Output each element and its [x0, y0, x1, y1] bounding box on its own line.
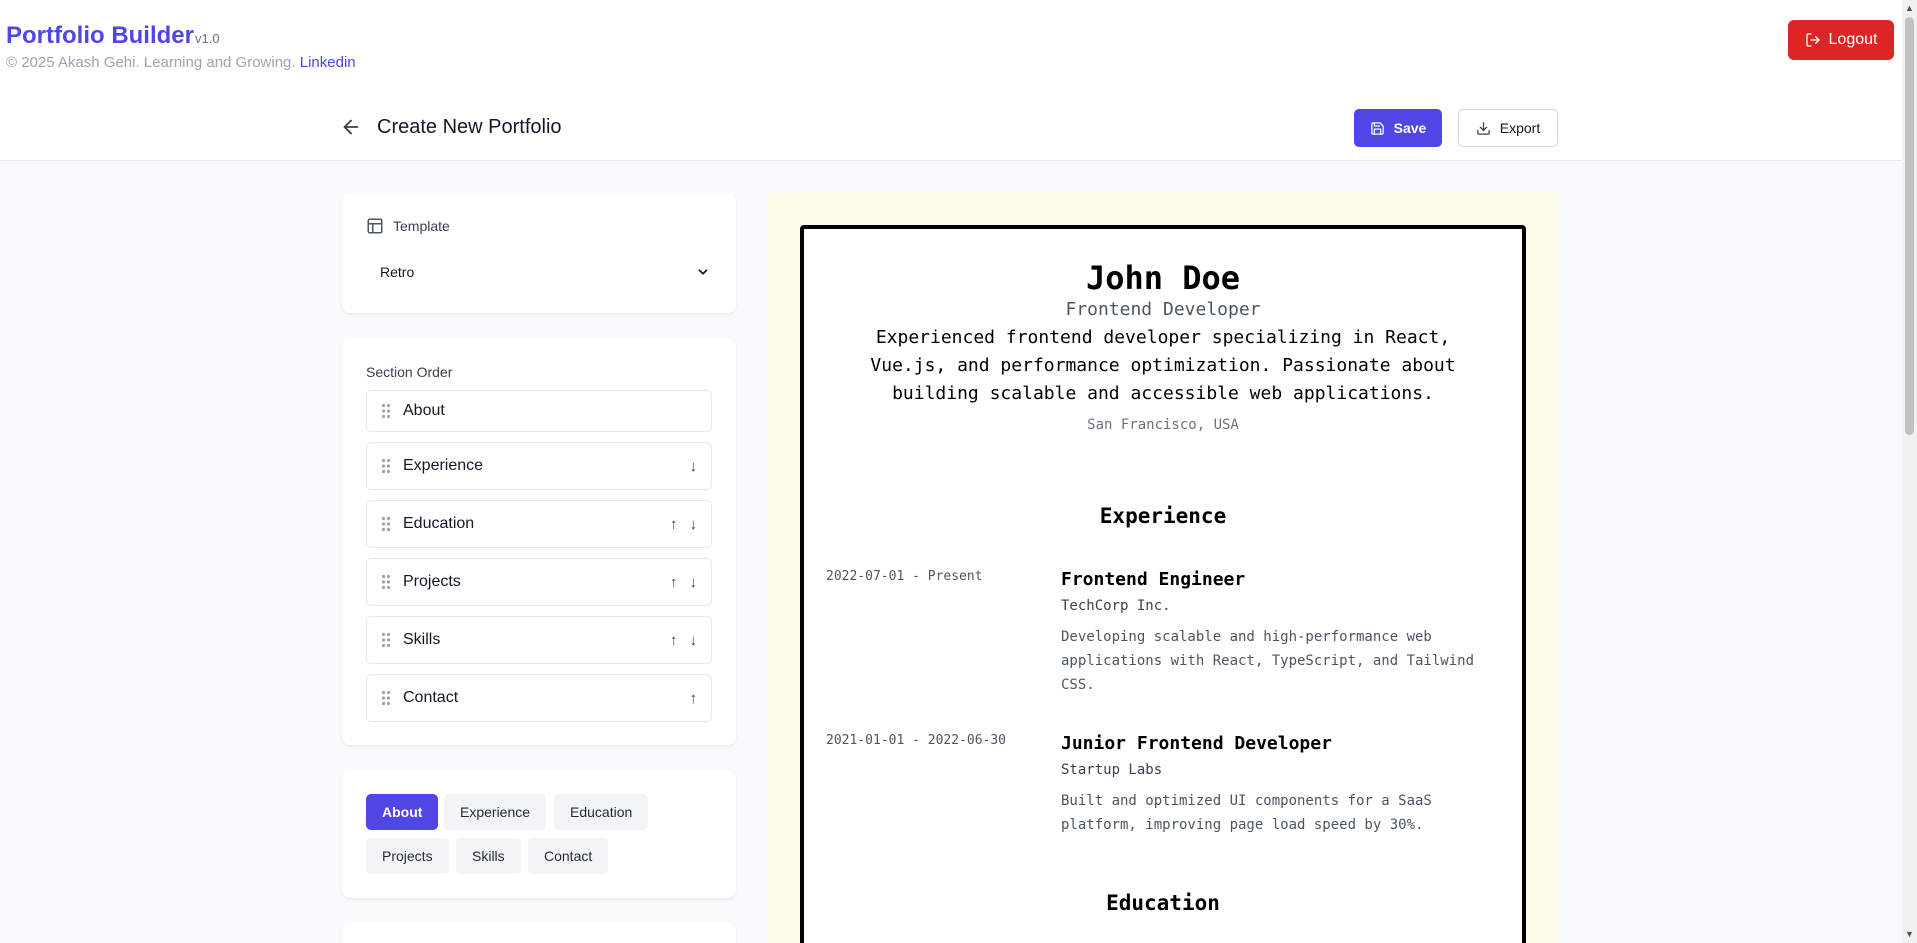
tab-about[interactable]: About	[366, 794, 439, 830]
template-card: Template Retro	[342, 193, 736, 313]
logout-icon	[1805, 33, 1820, 47]
tab-projects[interactable]: Projects	[366, 838, 449, 874]
tab-skills[interactable]: Skills	[456, 838, 521, 874]
tab-contact[interactable]: Contact	[528, 838, 609, 874]
section-order-label: Contact	[403, 689, 459, 706]
move-down-button[interactable]: ↓	[690, 574, 698, 591]
save-label: Save	[1393, 120, 1427, 136]
scroll-up-icon[interactable]: ▲	[1905, 3, 1914, 13]
tab-experience[interactable]: Experience	[444, 794, 547, 830]
grip-icon[interactable]	[381, 632, 391, 648]
section-order-label: About	[403, 402, 445, 419]
app-header: Portfolio Builderv1.0 © 2025 Akash Gehi.…	[0, 0, 1902, 96]
move-buttons: ↑	[690, 690, 698, 707]
job-dates: 2022-07-01 - Present	[826, 569, 983, 584]
version-label: v1.0	[195, 31, 220, 46]
template-select[interactable]: Retro	[366, 257, 712, 287]
move-up-button[interactable]: ↑	[690, 690, 698, 707]
resume-summary: Experienced frontend developer specializ…	[870, 327, 1456, 404]
move-down-button[interactable]: ↓	[690, 632, 698, 649]
move-down-button[interactable]: ↓	[690, 516, 698, 533]
logout-label: Logout	[1828, 31, 1878, 48]
copyright: © 2025 Akash Gehi. Learning and Growing.…	[6, 54, 356, 71]
move-buttons: ↑ ↓	[670, 632, 697, 649]
scroll-down-icon[interactable]: ▼	[1905, 929, 1914, 939]
template-selected: Retro	[380, 264, 415, 280]
section-order-label: Experience	[403, 457, 484, 474]
move-up-button[interactable]: ↑	[670, 574, 678, 591]
brand-title: Portfolio Builder	[6, 22, 194, 49]
job-title: Junior Frontend Developer	[1061, 733, 1332, 754]
section-order-item[interactable]: Experience ↓	[366, 442, 712, 490]
section-order-item[interactable]: Contact ↑	[366, 674, 712, 722]
brand: Portfolio Builderv1.0	[6, 22, 220, 50]
section-order-item[interactable]: Skills ↑ ↓	[366, 616, 712, 664]
move-down-button[interactable]: ↓	[690, 458, 698, 475]
resume-name: John Doe	[1085, 259, 1241, 297]
page-scrollbar[interactable]: ▲ ▼	[1902, 0, 1917, 943]
grip-icon[interactable]	[381, 458, 391, 474]
section-editor-card	[342, 922, 736, 943]
export-button[interactable]: Export	[1458, 109, 1558, 147]
section-tabs-card: About Experience Education Projects Skil…	[342, 770, 736, 898]
logout-button[interactable]: Logout	[1788, 20, 1894, 60]
section-order-item[interactable]: Projects ↑ ↓	[366, 558, 712, 606]
section-order-label: Education	[403, 515, 475, 532]
chevron-down-icon	[698, 269, 708, 275]
template-label-text: Template	[393, 218, 450, 234]
copyright-text: © 2025 Akash Gehi. Learning and Growing.	[6, 54, 296, 71]
arrow-left-icon[interactable]	[340, 116, 362, 138]
grip-icon[interactable]	[381, 574, 391, 590]
resume-preview: John Doe Frontend Developer Experienced …	[800, 225, 1526, 943]
grip-icon[interactable]	[381, 516, 391, 532]
job-company: Startup Labs	[1061, 762, 1163, 778]
resume-title: Frontend Developer	[1065, 299, 1261, 320]
section-order-title: Section Order	[366, 364, 453, 380]
grip-icon[interactable]	[381, 690, 391, 706]
layout-icon	[367, 218, 383, 234]
page-title: Create New Portfolio	[377, 116, 562, 138]
save-button[interactable]: Save	[1354, 109, 1442, 147]
move-up-button[interactable]: ↑	[670, 516, 678, 533]
scrollbar-thumb[interactable]	[1905, 17, 1914, 435]
section-order-card: Section Order About Experience ↓ Educati…	[342, 338, 736, 745]
section-order-label: Projects	[403, 573, 461, 590]
linkedin-link[interactable]: Linkedin	[300, 54, 356, 71]
job-description: Developing scalable and high-performance…	[1061, 629, 1475, 693]
job-company: TechCorp Inc.	[1061, 598, 1171, 614]
export-label: Export	[1499, 120, 1541, 136]
experience-heading: Experience	[1099, 504, 1227, 528]
education-heading: Education	[1106, 891, 1220, 915]
section-order-item[interactable]: Education ↑ ↓	[366, 500, 712, 548]
move-up-button[interactable]: ↑	[670, 632, 678, 649]
move-buttons: ↓	[690, 458, 698, 475]
editor-toolbar: Create New Portfolio Save Export	[0, 96, 1902, 161]
move-buttons: ↑ ↓	[670, 516, 697, 533]
move-buttons: ↑ ↓	[670, 574, 697, 591]
resume-location: San Francisco, USA	[1087, 417, 1239, 433]
save-icon	[1370, 121, 1384, 135]
job-dates: 2021-01-01 - 2022-06-30	[826, 733, 1007, 748]
download-icon	[1477, 121, 1490, 135]
section-order-item[interactable]: About	[366, 390, 712, 432]
grip-icon[interactable]	[381, 403, 391, 419]
job-description: Built and optimized UI components for a …	[1061, 793, 1432, 833]
template-label: Template	[366, 217, 450, 235]
tab-education[interactable]: Education	[554, 794, 649, 830]
job-title: Frontend Engineer	[1061, 569, 1246, 590]
section-order-label: Skills	[403, 631, 441, 648]
